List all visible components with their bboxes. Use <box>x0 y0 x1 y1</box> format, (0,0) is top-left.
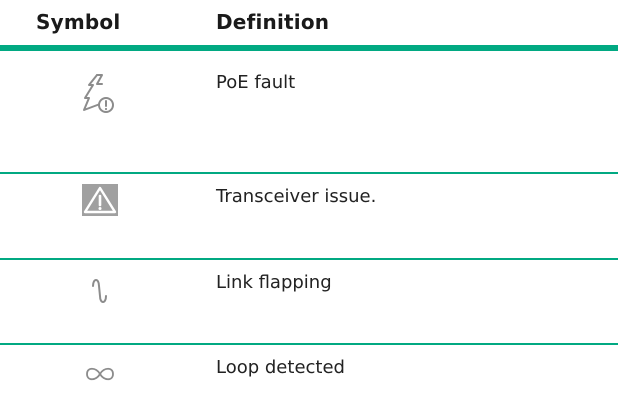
header-definition: Definition <box>216 10 330 34</box>
table-row: PoE fault <box>0 60 618 170</box>
row-definition: Link flapping <box>216 272 332 293</box>
symbol-definition-table: Symbol Definition PoE fault Transceiver … <box>0 0 618 419</box>
row-definition: Loop detected <box>216 357 345 378</box>
table-header: Symbol Definition <box>0 0 618 52</box>
row-definition: PoE fault <box>216 72 296 93</box>
header-divider <box>0 45 618 51</box>
table-row: Transceiver issue. <box>0 174 618 258</box>
header-symbol: Symbol <box>36 10 121 34</box>
poe-fault-icon <box>72 72 128 116</box>
warning-triangle-icon <box>72 184 128 216</box>
loop-infinity-icon <box>72 365 128 383</box>
link-flapping-icon <box>72 276 128 306</box>
row-definition: Transceiver issue. <box>216 186 377 207</box>
table-row: Loop detected <box>0 345 618 419</box>
table-row: Link flapping <box>0 260 618 340</box>
